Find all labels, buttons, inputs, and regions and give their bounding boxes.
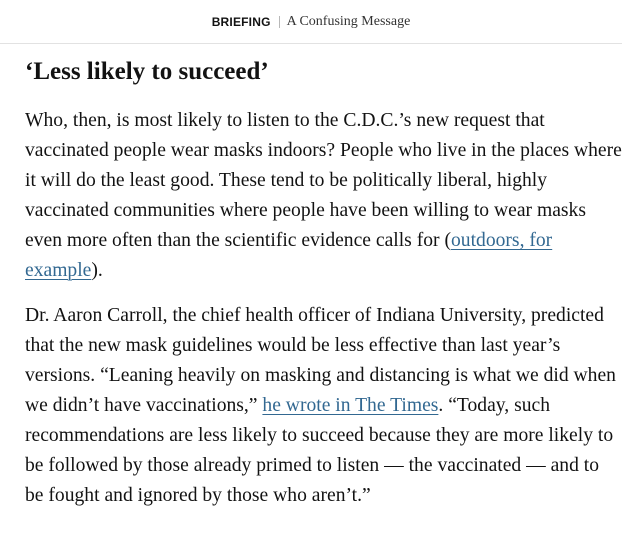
header-divider [278, 15, 280, 28]
briefing-topic-title: A Confusing Message [286, 13, 411, 29]
section-link-briefing[interactable]: BRIEFING [212, 15, 271, 29]
article-paragraph-1: Who, then, is most likely to listen to t… [25, 106, 622, 286]
briefing-header-bar: BRIEFING A Confusing Message [0, 0, 622, 44]
paragraph-1-text-end: ). [91, 260, 103, 281]
article-paragraph-2: Dr. Aaron Carroll, the chief health offi… [25, 301, 622, 511]
he-wrote-in-the-times-link[interactable]: he wrote in The Times [262, 395, 438, 416]
section-heading: ‘Less likely to succeed’ [25, 58, 269, 85]
